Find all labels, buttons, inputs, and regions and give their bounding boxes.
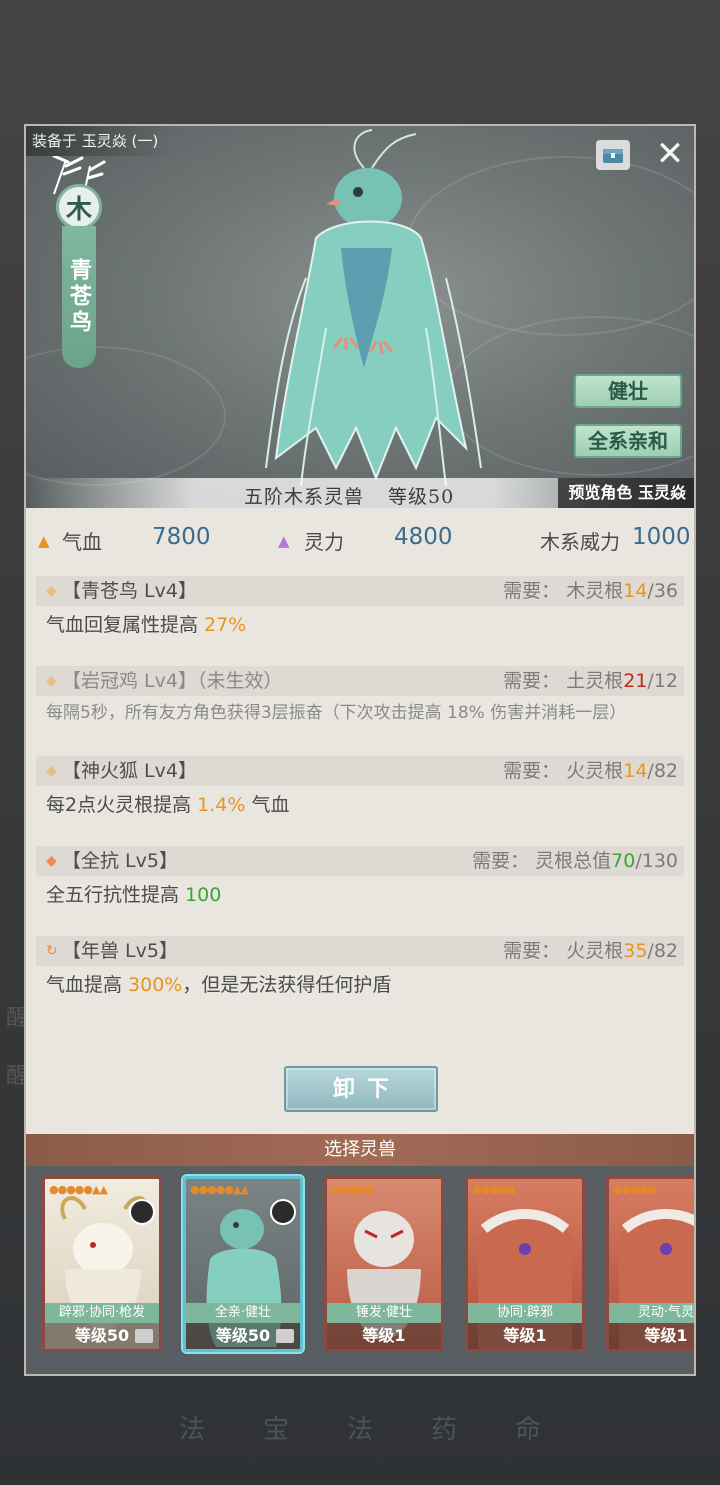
beast-tags: 辟邪·协同·枪发 bbox=[45, 1303, 159, 1323]
hp-label: 气血 bbox=[62, 530, 102, 554]
equipped-to-label: 装备于 玉灵焱 (一) bbox=[26, 126, 173, 156]
beast-level: 等级1 bbox=[327, 1323, 441, 1349]
beast-hero-panel: 装备于 玉灵焱 (一) 木 青苍鸟 ✕ 健壮 全系亲和 五阶木系灵兽 等级50 … bbox=[26, 126, 694, 508]
skill-header: ◆ 【岩冠鸡 Lv4】（未生效） 需要： 土灵根21/12 bbox=[36, 666, 684, 696]
skill-title: 【岩冠鸡 Lv4】（未生效） bbox=[62, 670, 283, 692]
beast-tags: 全亲·健壮 bbox=[186, 1303, 300, 1323]
unequip-button[interactable]: 卸下 bbox=[284, 1066, 438, 1112]
beast-card[interactable]: ●●●●● 灵动·气灵 等级1 bbox=[606, 1176, 694, 1352]
bg-tab: 法 bbox=[346, 1415, 373, 1445]
hp-triangle-icon: ▲ bbox=[38, 532, 50, 550]
beast-card[interactable]: ●●●●●▲▲ 辟邪·协同·枪发 等级50 bbox=[42, 1176, 162, 1352]
wood-element-badge: 木 bbox=[56, 184, 102, 230]
beast-tags: 灵动·气灵 bbox=[609, 1303, 694, 1323]
skill-entry: ◆ 【全抗 Lv5】 需要： 灵根总值70/130 全五行抗性提高 100 bbox=[36, 846, 684, 908]
beast-tier: 五阶木系灵兽 bbox=[244, 486, 365, 508]
skill-description: 气血回复属性提高 27% bbox=[46, 614, 247, 636]
beast-card[interactable]: ●●●●● 协同·辟邪 等级1 bbox=[465, 1176, 585, 1352]
green-bird-beast-illustration bbox=[265, 129, 482, 487]
skill-header: ◆ 【全抗 Lv5】 需要： 灵根总值70/130 bbox=[36, 846, 684, 876]
skill-description: 全五行抗性提高 100 bbox=[46, 884, 222, 906]
spirit-value: 4800 bbox=[394, 524, 453, 550]
preview-character-label[interactable]: 预览角色 玉灵焱 bbox=[558, 478, 694, 508]
trait-button-robust[interactable]: 健壮 bbox=[574, 374, 682, 408]
skill-description: 每2点火灵根提高 1.4% 气血 bbox=[46, 794, 290, 816]
skill-title: 【全抗 Lv5】 bbox=[62, 850, 178, 872]
wood-power-value: 1000 bbox=[632, 524, 691, 550]
hp-value: 7800 bbox=[152, 524, 211, 550]
spirit-label: 灵力 bbox=[304, 530, 344, 554]
skill-requirement: 需要： 木灵根14/36 bbox=[503, 580, 678, 602]
refresh-icon: ↻ bbox=[46, 943, 58, 959]
star-rating: ●●●●●▲▲ bbox=[190, 1183, 249, 1196]
background-tab-bar: 法 宝 法 药 命 bbox=[0, 1370, 720, 1485]
skill-entry: ↻ 【年兽 Lv5】 需要： 火灵根35/82 气血提高 300%，但是无法获得… bbox=[36, 936, 684, 998]
diamond-icon: ◆ bbox=[46, 853, 57, 869]
beast-level: 等级1 bbox=[468, 1323, 582, 1349]
select-beast-header: 选择灵兽 bbox=[26, 1134, 694, 1166]
stats-row: ▲ 气血 7800 ▲ 灵力 4800 木系威力 1000 bbox=[26, 520, 694, 560]
chest-icon-button[interactable] bbox=[596, 140, 630, 170]
diamond-icon: ◆ bbox=[46, 583, 57, 599]
skill-title: 【年兽 Lv5】 bbox=[62, 940, 178, 962]
beast-tags: 协同·辟邪 bbox=[468, 1303, 582, 1323]
skill-header: ◆ 【青苍鸟 Lv4】 需要： 木灵根14/36 bbox=[36, 576, 684, 606]
bg-tab: 宝 bbox=[262, 1415, 289, 1445]
skill-description: 每隔5秒，所有友方角色获得3层振奋（下次攻击提高 18% 伤害并消耗一层） bbox=[46, 703, 627, 723]
skill-requirement: 需要： 灵根总值70/130 bbox=[472, 850, 678, 872]
beast-card-selected[interactable]: ●●●●●▲▲ 全亲·健壮 等级50 bbox=[183, 1176, 303, 1352]
beast-level: 等级50 bbox=[388, 486, 455, 508]
skill-requirement: 需要： 土灵根21/12 bbox=[503, 670, 678, 692]
beast-name-banner: 青苍鸟 bbox=[62, 226, 96, 368]
equipped-chest-icon bbox=[276, 1329, 294, 1343]
skill-entry: ◆ 【神火狐 Lv4】 需要： 火灵根14/82 每2点火灵根提高 1.4% 气… bbox=[36, 756, 684, 818]
beast-tags: 锤发·健壮 bbox=[327, 1303, 441, 1323]
skill-title: 【青苍鸟 Lv4】 bbox=[62, 580, 197, 602]
beast-level: 等级1 bbox=[609, 1323, 694, 1349]
skill-entry-inactive: ◆ 【岩冠鸡 Lv4】（未生效） 需要： 土灵根21/12 每隔5秒，所有友方角… bbox=[36, 666, 684, 724]
skill-description: 气血提高 300%，但是无法获得任何护盾 bbox=[46, 974, 392, 996]
bg-tab: 法 bbox=[178, 1415, 205, 1445]
close-icon: ✕ bbox=[655, 134, 685, 174]
diamond-icon: ◆ bbox=[46, 763, 57, 779]
beast-tier-level: 五阶木系灵兽 等级50 bbox=[244, 482, 454, 508]
skill-requirement: 需要： 火灵根14/82 bbox=[503, 760, 678, 782]
star-rating: ●●●●● bbox=[472, 1183, 516, 1196]
close-button[interactable]: ✕ bbox=[652, 136, 688, 172]
star-rating: ●●●●●▲▲ bbox=[49, 1183, 108, 1196]
bg-tab: 药 bbox=[430, 1415, 457, 1445]
character-avatar bbox=[270, 1199, 296, 1225]
diamond-icon: ◆ bbox=[46, 673, 57, 689]
spirit-triangle-icon: ▲ bbox=[278, 532, 290, 550]
equipped-chest-icon bbox=[135, 1329, 153, 1343]
beast-card[interactable]: ●●●●● 锤发·健壮 等级1 bbox=[324, 1176, 444, 1352]
bg-tab: 命 bbox=[514, 1415, 541, 1445]
skill-requirement: 需要： 火灵根35/82 bbox=[503, 940, 678, 962]
beast-selection-strip[interactable]: ●●●●●▲▲ 辟邪·协同·枪发 等级50 ●●●●●▲▲ 全亲·健壮 等级50 bbox=[26, 1166, 694, 1374]
skill-header: ◆ 【神火狐 Lv4】 需要： 火灵根14/82 bbox=[36, 756, 684, 786]
skill-title: 【神火狐 Lv4】 bbox=[62, 760, 197, 782]
star-rating: ●●●●● bbox=[613, 1183, 657, 1196]
skill-header: ↻ 【年兽 Lv5】 需要： 火灵根35/82 bbox=[36, 936, 684, 966]
skill-entry: ◆ 【青苍鸟 Lv4】 需要： 木灵根14/36 气血回复属性提高 27% bbox=[36, 576, 684, 638]
character-avatar bbox=[129, 1199, 155, 1225]
spirit-beast-detail-modal: 装备于 玉灵焱 (一) 木 青苍鸟 ✕ 健壮 全系亲和 五阶木系灵兽 等级50 … bbox=[24, 124, 696, 1376]
swirl-decoration bbox=[26, 346, 226, 486]
wood-power-label: 木系威力 bbox=[540, 530, 620, 554]
chest-icon bbox=[603, 149, 623, 163]
star-rating: ●●●●● bbox=[331, 1183, 375, 1196]
trait-button-all-affinity[interactable]: 全系亲和 bbox=[574, 424, 682, 458]
